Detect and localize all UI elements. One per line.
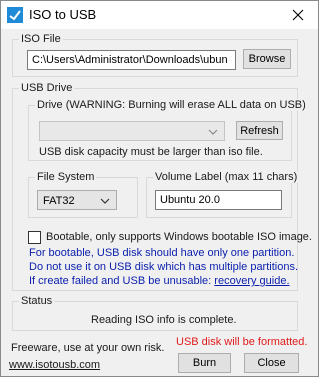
chevron-down-icon: [100, 198, 110, 204]
chevron-down-icon: [208, 129, 218, 135]
recovery-guide-link[interactable]: recovery guide.: [214, 275, 289, 287]
drive-subgroup: Drive (WARNING: Burning will erase ALL d…: [28, 99, 308, 161]
info-line-3-prefix: If create failed and USB be unusable:: [29, 275, 212, 287]
bootable-checkbox[interactable]: [28, 231, 41, 244]
burn-button[interactable]: Burn: [178, 353, 231, 373]
iso-path-field[interactable]: C:\Users\Administrator\Downloads\ubun: [27, 50, 236, 70]
volume-label-label: Volume Label (max 11 chars): [153, 171, 300, 183]
file-system-value: FAT32: [43, 195, 75, 207]
volume-label-field[interactable]: Ubuntu 20.0: [155, 190, 282, 210]
capacity-note: USB disk capacity must be larger than is…: [39, 146, 263, 158]
iso-file-group-label: ISO File: [19, 33, 63, 45]
iso-file-group: ISO File C:\Users\Administrator\Download…: [12, 33, 298, 77]
close-window-button[interactable]: [278, 1, 318, 29]
app-icon: [7, 7, 23, 23]
drive-subgroup-label: Drive (WARNING: Burning will erase ALL d…: [35, 99, 308, 111]
close-icon: [292, 9, 304, 21]
file-system-label: File System: [35, 171, 97, 183]
status-group: Status Reading ISO info is complete.: [12, 295, 298, 331]
usb-drive-group-label: USB Drive: [19, 82, 75, 94]
status-group-label: Status: [19, 295, 55, 307]
status-message: Reading ISO info is complete.: [91, 314, 237, 326]
iso-to-usb-window: ISO to USB ISO File C:\Users\Administrat…: [0, 0, 319, 377]
title-bar[interactable]: ISO to USB: [1, 1, 318, 29]
drive-select[interactable]: [39, 121, 225, 141]
website-link[interactable]: www.isotousb.com: [9, 359, 100, 371]
file-system-subgroup: File System FAT32: [28, 171, 138, 218]
window-title: ISO to USB: [29, 7, 97, 22]
usb-drive-group: USB Drive Drive (WARNING: Burning will e…: [12, 82, 312, 291]
format-warning: USB disk will be formatted.: [176, 336, 308, 348]
freeware-text: Freeware, use at your own risk.: [11, 342, 165, 354]
close-button[interactable]: Close: [244, 353, 299, 373]
volume-label-subgroup: Volume Label (max 11 chars) Ubuntu 20.0: [146, 171, 300, 218]
info-line-1: For bootable, USB disk should have only …: [29, 247, 295, 259]
info-line-2: Do not use it on USB disk which has mult…: [29, 261, 299, 273]
browse-button[interactable]: Browse: [243, 49, 291, 69]
info-line-3: If create failed and USB be unusable: re…: [29, 275, 290, 287]
refresh-button[interactable]: Refresh: [236, 121, 283, 140]
bootable-label[interactable]: Bootable, only supports Windows bootable…: [46, 231, 312, 243]
file-system-select[interactable]: FAT32: [37, 190, 117, 210]
